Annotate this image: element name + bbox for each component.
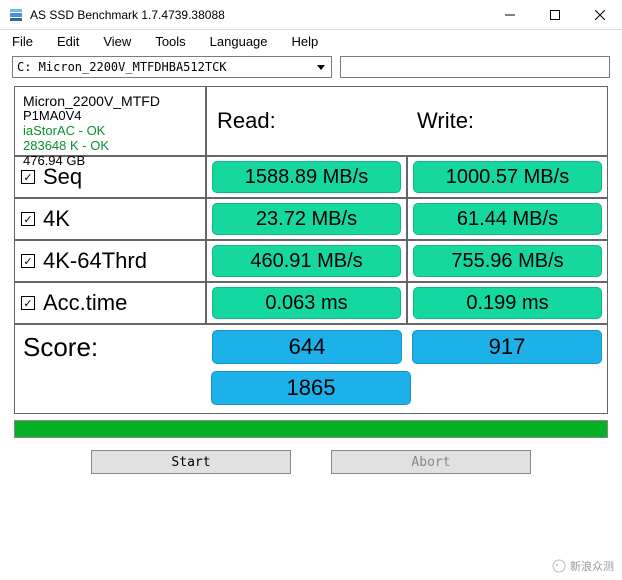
checkbox-seq[interactable]: ✓ — [21, 170, 35, 184]
k4-write: 61.44 MB/s — [413, 203, 602, 235]
label-4k: 4K — [43, 206, 70, 232]
drive-name: Micron_2200V_MTFD — [23, 93, 197, 109]
drive-info: Micron_2200V_MTFD P1MA0V4 iaStorAC - OK … — [15, 87, 207, 155]
start-button[interactable]: Start — [91, 450, 291, 474]
score-read: 644 — [212, 330, 402, 364]
results-panel: Micron_2200V_MTFD P1MA0V4 iaStorAC - OK … — [14, 86, 608, 414]
button-row: Start Abort — [0, 444, 622, 480]
minimize-button[interactable] — [487, 0, 532, 29]
drive-selected-text: C: Micron_2200V_MTFDHBA512TCK — [17, 60, 227, 74]
sina-icon — [552, 559, 566, 573]
path-input[interactable] — [340, 56, 610, 78]
titlebar: AS SSD Benchmark 1.7.4739.38088 — [0, 0, 622, 30]
alignment-status: 283648 K - OK — [23, 139, 197, 154]
row-acc: ✓ Acc.time 0.063 ms 0.199 ms — [15, 283, 607, 325]
read-header: Read: — [207, 87, 407, 155]
acc-read: 0.063 ms — [212, 287, 401, 319]
menu-help[interactable]: Help — [292, 34, 319, 49]
row-4k: ✓ 4K 23.72 MB/s 61.44 MB/s — [15, 199, 607, 241]
acc-write: 0.199 ms — [413, 287, 602, 319]
score-label: Score: — [15, 325, 207, 369]
checkbox-4k64[interactable]: ✓ — [21, 254, 35, 268]
firmware: P1MA0V4 — [23, 109, 197, 124]
drive-select[interactable]: C: Micron_2200V_MTFDHBA512TCK — [12, 56, 332, 78]
drive-row: C: Micron_2200V_MTFDHBA512TCK — [0, 52, 622, 82]
menu-view[interactable]: View — [103, 34, 131, 49]
label-4k64: 4K-64Thrd — [43, 248, 147, 274]
seq-write: 1000.57 MB/s — [413, 161, 602, 193]
progress-bar — [14, 420, 608, 438]
abort-button: Abort — [331, 450, 531, 474]
watermark: 新浪众测 — [552, 558, 614, 574]
label-seq: Seq — [43, 164, 82, 190]
k4t-write: 755.96 MB/s — [413, 245, 602, 277]
score-total: 1865 — [211, 371, 411, 405]
progress-fill — [15, 421, 607, 437]
close-button[interactable] — [577, 0, 622, 29]
total-row: 1865 — [15, 369, 607, 413]
checkbox-4k[interactable]: ✓ — [21, 212, 35, 226]
row-seq: ✓ Seq 1588.89 MB/s 1000.57 MB/s — [15, 157, 607, 199]
k4-read: 23.72 MB/s — [212, 203, 401, 235]
label-acc: Acc.time — [43, 290, 127, 316]
checkbox-acc[interactable]: ✓ — [21, 296, 35, 310]
score-write: 917 — [412, 330, 602, 364]
menubar: File Edit View Tools Language Help — [0, 30, 622, 52]
score-row: Score: 644 917 — [15, 325, 607, 369]
k4t-read: 460.91 MB/s — [212, 245, 401, 277]
menu-language[interactable]: Language — [210, 34, 268, 49]
app-icon — [8, 7, 24, 23]
menu-file[interactable]: File — [12, 34, 33, 49]
window-title: AS SSD Benchmark 1.7.4739.38088 — [30, 8, 487, 22]
write-header: Write: — [407, 87, 607, 155]
menu-edit[interactable]: Edit — [57, 34, 79, 49]
menu-tools[interactable]: Tools — [155, 34, 185, 49]
row-4k64: ✓ 4K-64Thrd 460.91 MB/s 755.96 MB/s — [15, 241, 607, 283]
seq-read: 1588.89 MB/s — [212, 161, 401, 193]
maximize-button[interactable] — [532, 0, 577, 29]
driver-status: iaStorAC - OK — [23, 124, 197, 139]
